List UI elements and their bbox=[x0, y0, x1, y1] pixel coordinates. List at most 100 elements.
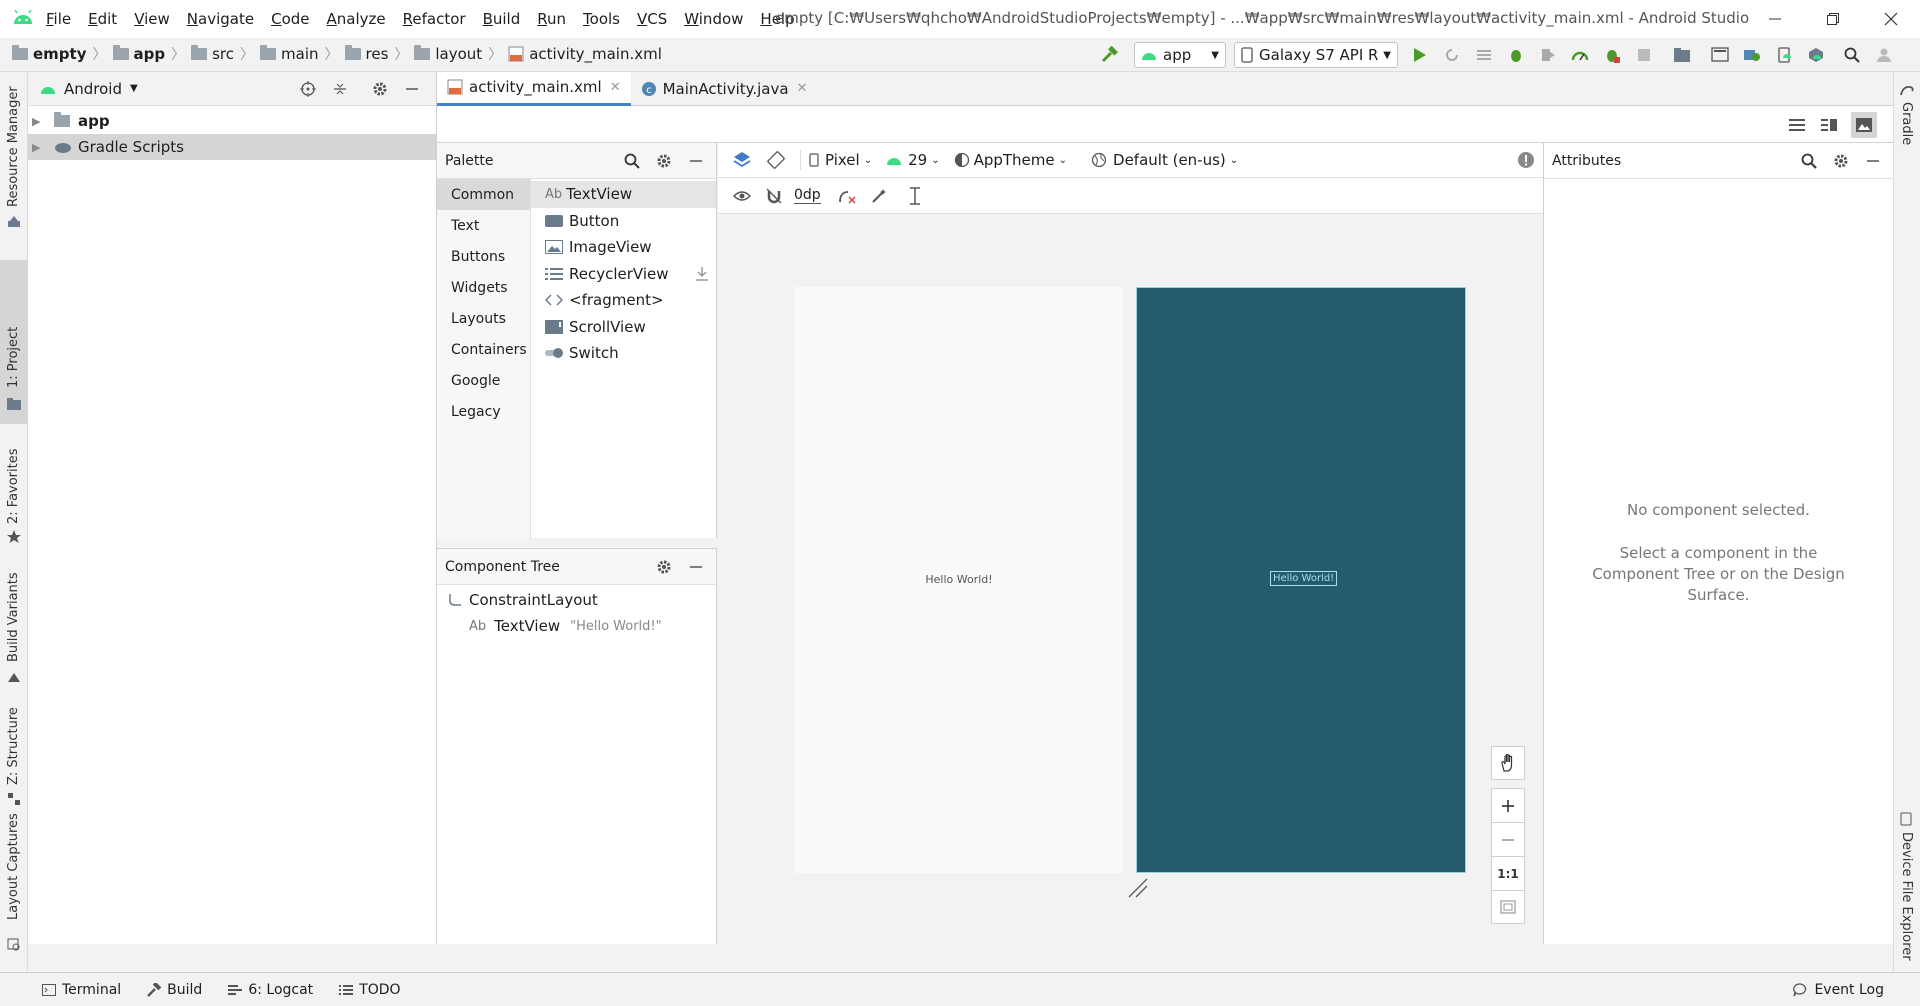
gear-icon[interactable] bbox=[370, 79, 390, 99]
project-view-select[interactable]: Android bbox=[64, 80, 122, 98]
breadcrumb-activity-main[interactable]: activity_main.xml bbox=[508, 45, 662, 63]
design-view-icon[interactable] bbox=[1851, 112, 1877, 138]
chevron-right-icon[interactable]: ▶ bbox=[32, 141, 50, 154]
terminal-tool-button[interactable]: Terminal bbox=[42, 982, 121, 998]
pan-hand-icon[interactable] bbox=[1491, 746, 1525, 780]
breadcrumb-src[interactable]: src 〉 bbox=[191, 44, 254, 64]
search-icon[interactable] bbox=[622, 151, 642, 171]
palette-item-textview[interactable]: Ab TextView bbox=[531, 181, 716, 208]
logcat-tool-button[interactable]: 6: Logcat bbox=[228, 982, 313, 998]
tool-favorites[interactable]: 2: Favorites bbox=[6, 448, 21, 524]
tab-main-activity[interactable]: c MainActivity.java ✕ bbox=[631, 72, 818, 106]
run-icon[interactable] bbox=[1410, 45, 1430, 65]
breadcrumb-main[interactable]: main 〉 bbox=[260, 44, 339, 64]
guidelines-icon[interactable] bbox=[905, 186, 925, 206]
zoom-in-button[interactable] bbox=[1491, 788, 1525, 822]
hide-panel-icon[interactable] bbox=[686, 557, 706, 577]
minimize-button[interactable] bbox=[1746, 0, 1804, 38]
zoom-to-fit-icon[interactable] bbox=[1491, 890, 1525, 924]
breadcrumb-layout[interactable]: layout 〉 bbox=[414, 44, 502, 64]
event-log-button[interactable]: Event Log bbox=[1792, 982, 1884, 998]
palette-category-common[interactable]: Common bbox=[437, 179, 530, 210]
palette-category-layouts[interactable]: Layouts bbox=[437, 303, 530, 334]
palette-category-buttons[interactable]: Buttons bbox=[437, 241, 530, 272]
collapse-all-icon[interactable] bbox=[330, 79, 350, 99]
zoom-actual-size-button[interactable]: 1:1 bbox=[1491, 856, 1525, 890]
coverage-icon[interactable] bbox=[1538, 45, 1558, 65]
apply-changes-icon[interactable] bbox=[1442, 45, 1462, 65]
clear-constraints-icon[interactable] bbox=[837, 186, 857, 206]
tree-textview[interactable]: Ab TextView "Hello World!" bbox=[437, 613, 716, 639]
palette-category-google[interactable]: Google bbox=[437, 365, 530, 396]
blueprint-preview-screen[interactable]: Hello World! bbox=[1136, 287, 1466, 873]
menu-run[interactable]: Run bbox=[537, 10, 566, 28]
device-manager-icon[interactable] bbox=[1774, 45, 1794, 65]
download-icon[interactable] bbox=[696, 266, 708, 281]
chevron-right-icon[interactable]: ▶ bbox=[32, 115, 50, 128]
close-tab-icon[interactable]: ✕ bbox=[610, 80, 621, 95]
breadcrumb-res[interactable]: res 〉 bbox=[344, 44, 408, 64]
view-options-eye-icon[interactable] bbox=[732, 186, 752, 206]
blueprint-hello-world-text[interactable]: Hello World! bbox=[1270, 571, 1338, 586]
tab-activity-main[interactable]: activity_main.xml ✕ bbox=[437, 71, 631, 106]
menu-edit[interactable]: Edit bbox=[88, 10, 117, 28]
menu-view[interactable]: View bbox=[134, 10, 170, 28]
close-tab-icon[interactable]: ✕ bbox=[797, 81, 808, 96]
todo-tool-button[interactable]: TODO bbox=[339, 982, 401, 998]
menu-analyze[interactable]: Analyze bbox=[327, 10, 386, 28]
tree-item-app[interactable]: ▶ app bbox=[28, 108, 436, 134]
autoconnect-magnet-icon[interactable] bbox=[764, 186, 784, 206]
project-structure-icon[interactable] bbox=[1672, 45, 1692, 65]
menu-code[interactable]: Code bbox=[271, 10, 309, 28]
build-tool-button[interactable]: Build bbox=[147, 982, 202, 998]
default-margin-select[interactable]: 0dp bbox=[794, 187, 821, 204]
palette-category-legacy[interactable]: Legacy bbox=[437, 396, 530, 427]
hide-panel-icon[interactable] bbox=[686, 151, 706, 171]
attach-debugger-icon[interactable] bbox=[1602, 45, 1622, 65]
menu-build[interactable]: Build bbox=[483, 10, 521, 28]
search-everywhere-icon[interactable] bbox=[1842, 45, 1862, 65]
menu-file[interactable]: File bbox=[46, 10, 71, 28]
apply-code-changes-icon[interactable] bbox=[1474, 45, 1494, 65]
layers-icon[interactable] bbox=[732, 150, 752, 170]
orientation-icon[interactable] bbox=[766, 150, 786, 170]
palette-item-button[interactable]: Button bbox=[531, 208, 716, 235]
warning-icon[interactable] bbox=[1517, 151, 1535, 169]
hide-panel-icon[interactable] bbox=[1863, 151, 1883, 171]
stop-icon[interactable] bbox=[1634, 45, 1654, 65]
gear-icon[interactable] bbox=[654, 151, 674, 171]
breadcrumb-empty[interactable]: empty 〉 bbox=[12, 44, 107, 64]
theme-select[interactable]: AppTheme ⌄ bbox=[954, 151, 1067, 169]
tool-structure[interactable]: Z: Structure bbox=[6, 707, 21, 785]
split-view-icon[interactable] bbox=[1819, 115, 1839, 135]
close-window-button[interactable] bbox=[1862, 0, 1920, 38]
tool-gradle[interactable]: Gradle bbox=[1899, 102, 1914, 145]
palette-item-fragment[interactable]: <fragment> bbox=[531, 287, 716, 314]
menu-navigate[interactable]: Navigate bbox=[187, 10, 254, 28]
device-for-preview-select[interactable]: Pixel ⌄ bbox=[809, 151, 872, 169]
gear-icon[interactable] bbox=[654, 557, 674, 577]
palette-item-imageview[interactable]: ImageView bbox=[531, 234, 716, 261]
hide-panel-icon[interactable] bbox=[402, 79, 422, 99]
run-configuration-select[interactable]: app ▼ bbox=[1134, 42, 1226, 68]
device-select[interactable]: Galaxy S7 API R ▼ bbox=[1234, 42, 1398, 68]
design-preview-screen[interactable]: Hello World! bbox=[795, 287, 1123, 873]
palette-item-scrollview[interactable]: ScrollView bbox=[531, 314, 716, 341]
sdk-manager-icon[interactable] bbox=[1806, 45, 1826, 65]
make-project-icon[interactable] bbox=[1100, 45, 1120, 65]
locale-select[interactable]: Default (en-us) ⌄ bbox=[1091, 151, 1238, 169]
debug-icon[interactable] bbox=[1506, 45, 1526, 65]
zoom-out-button[interactable] bbox=[1491, 822, 1525, 856]
resize-handle-icon[interactable] bbox=[1128, 878, 1148, 898]
palette-item-switch[interactable]: Switch bbox=[531, 340, 716, 367]
menu-refactor[interactable]: Refactor bbox=[403, 10, 466, 28]
palette-item-recyclerview[interactable]: RecyclerView bbox=[531, 261, 716, 288]
infer-constraints-icon[interactable] bbox=[869, 186, 889, 206]
restore-button[interactable] bbox=[1804, 0, 1862, 38]
tool-layout-captures[interactable]: Layout Captures bbox=[6, 813, 21, 920]
breadcrumb-app[interactable]: app 〉 bbox=[112, 44, 185, 64]
sync-gradle-icon[interactable] bbox=[1742, 45, 1762, 65]
tool-device-file-explorer[interactable]: Device File Explorer bbox=[1899, 832, 1914, 961]
menu-window[interactable]: Window bbox=[684, 10, 743, 28]
preview-hello-world-text[interactable]: Hello World! bbox=[795, 573, 1123, 586]
